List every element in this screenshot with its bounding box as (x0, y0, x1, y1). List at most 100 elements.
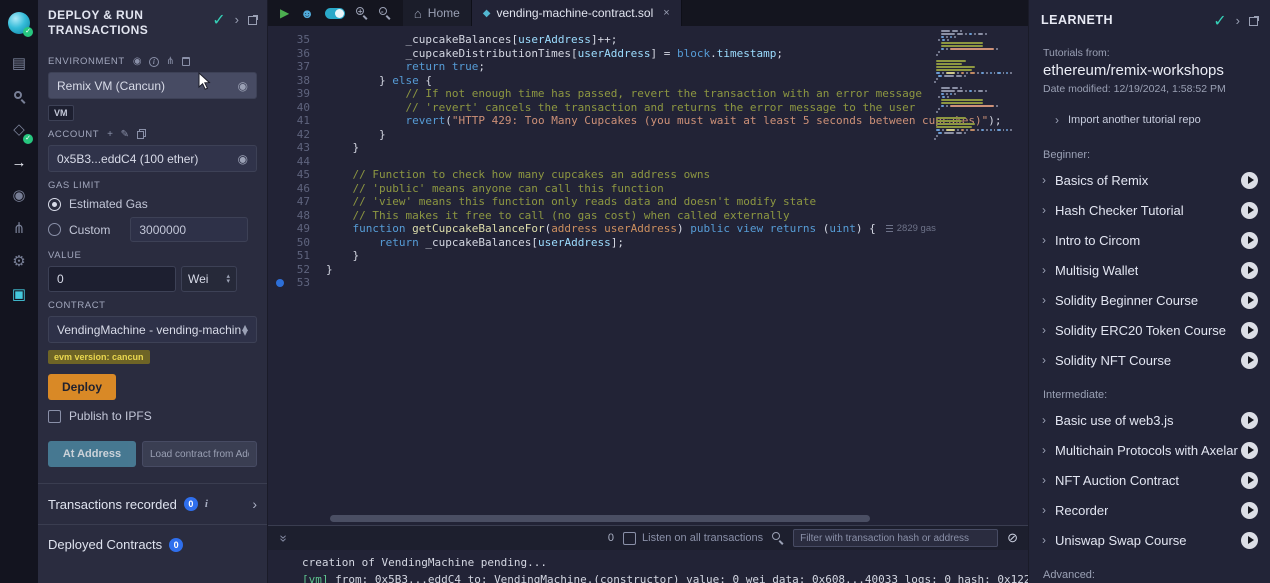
tab-home[interactable]: ⌂ Home (403, 0, 472, 26)
tutorial-item[interactable]: ›Hash Checker Tutorial (1029, 195, 1270, 225)
tutorial-item[interactable]: ›Basics of Remix (1029, 165, 1270, 195)
live-mode-toggle-icon[interactable] (325, 8, 345, 19)
line-number-gutter[interactable]: 48 (268, 209, 326, 223)
tutorial-item[interactable]: ›Solidity Beginner Course (1029, 285, 1270, 315)
add-account-icon[interactable]: + (107, 129, 113, 140)
edit-account-icon[interactable]: ✎ (121, 129, 130, 140)
line-number-gutter[interactable]: 43 (268, 141, 326, 155)
close-tab-icon[interactable]: × (663, 7, 669, 19)
deploy-run-panel: DEPLOY & RUN TRANSACTIONS ✓ › ENVIRONMEN… (38, 0, 268, 583)
tutorial-item[interactable]: ›NFT Auction Contract (1029, 465, 1270, 495)
play-tutorial-button[interactable] (1241, 322, 1258, 339)
line-number-gutter[interactable]: 35 (268, 33, 326, 47)
copy-account-icon[interactable] (137, 131, 144, 139)
environment-select[interactable]: Remix VM (Cancun) ◉ (48, 72, 257, 99)
tutorial-item[interactable]: ›Recorder (1029, 495, 1270, 525)
source-control-icon[interactable]: ⋔ (0, 212, 38, 245)
estimated-gas-radio[interactable] (48, 198, 61, 211)
solidity-compiler-icon[interactable]: ◇✓ (0, 113, 38, 146)
tutorial-item[interactable]: ›Multisig Wallet (1029, 255, 1270, 285)
terminal-search-icon[interactable] (772, 532, 784, 544)
value-unit-select[interactable]: Wei ▴ ▾ (181, 266, 237, 292)
line-number-gutter[interactable]: 36 (268, 47, 326, 61)
line-number-gutter[interactable]: 38 (268, 74, 326, 88)
play-tutorial-button[interactable] (1241, 472, 1258, 489)
line-number-gutter[interactable]: 49 (268, 222, 326, 236)
line-number-gutter[interactable]: 44 (268, 155, 326, 169)
clear-terminal-icon[interactable]: ⊘ (1007, 530, 1018, 546)
line-number-gutter[interactable]: 50 (268, 236, 326, 250)
minimap[interactable] (934, 30, 1012, 144)
line-number-gutter[interactable]: 53 (268, 276, 326, 290)
import-tutorial-repo[interactable]: › Import another tutorial repo (1029, 95, 1270, 129)
play-tutorial-button[interactable] (1241, 532, 1258, 549)
deployed-contracts-row[interactable]: Deployed Contracts 0 (38, 524, 267, 564)
tutorial-item[interactable]: ›Intro to Circom (1029, 225, 1270, 255)
debugger-icon[interactable]: ◉ (0, 179, 38, 212)
search-icon[interactable] (0, 80, 38, 113)
tutorial-item[interactable]: ›Solidity ERC20 Token Course (1029, 315, 1270, 345)
horizontal-scrollbar[interactable] (330, 515, 870, 522)
code-editor[interactable]: 35 _cupcakeBalances[userAddress]++;36 _c… (268, 26, 1028, 525)
line-number-gutter[interactable]: 45 (268, 168, 326, 182)
play-tutorial-button[interactable] (1241, 352, 1258, 369)
deploy-button[interactable]: Deploy (48, 374, 116, 400)
play-tutorial-button[interactable] (1241, 232, 1258, 249)
open-window-icon[interactable] (1249, 17, 1258, 26)
account-detail-icon[interactable]: ◉ (238, 152, 248, 166)
chevron-right-icon[interactable]: › (1236, 16, 1240, 26)
line-number-gutter[interactable]: 37 (268, 60, 326, 74)
line-number-gutter[interactable]: 40 (268, 101, 326, 115)
chevron-right-icon[interactable]: › (252, 496, 257, 512)
pin-icon[interactable]: ◉ (238, 79, 248, 93)
tutorial-item[interactable]: ›Solidity NFT Course (1029, 345, 1270, 375)
line-number-gutter[interactable]: 46 (268, 182, 326, 196)
line-number-gutter[interactable]: 41 (268, 114, 326, 128)
play-tutorial-button[interactable] (1241, 172, 1258, 189)
tutorial-item[interactable]: ›Basic use of web3.js (1029, 405, 1270, 435)
play-tutorial-button[interactable] (1241, 262, 1258, 279)
account-select[interactable]: 0x5B3...eddC4 (100 ether) ◉ (48, 145, 257, 172)
contract-select[interactable]: VendingMachine - vending-machin ▴ ▾ (48, 316, 257, 343)
run-script-icon[interactable]: ▶ (280, 6, 289, 20)
user-verified-icon[interactable]: ☻ (300, 6, 314, 21)
vm-state-icon[interactable]: ◉ (133, 56, 142, 67)
at-address-button[interactable]: At Address (48, 441, 136, 467)
open-window-icon[interactable] (248, 16, 257, 25)
custom-gas-radio[interactable] (48, 223, 61, 236)
publish-ipfs-checkbox[interactable] (48, 410, 61, 423)
line-number-gutter[interactable]: 51 (268, 249, 326, 263)
custom-gas-input[interactable] (130, 217, 248, 242)
breakpoint-dot[interactable] (276, 279, 284, 287)
at-address-input[interactable] (142, 441, 257, 467)
tutorial-item[interactable]: ›Multichain Protocols with Axelar (1029, 435, 1270, 465)
plugin-manager-icon[interactable]: ⚙ (0, 245, 38, 278)
zoom-out-icon[interactable]: - (379, 7, 391, 19)
collapse-terminal-icon[interactable]: » (277, 532, 292, 544)
line-number-gutter[interactable]: 52 (268, 263, 326, 277)
play-tutorial-button[interactable] (1241, 202, 1258, 219)
transactions-recorded-row[interactable]: Transactions recorded 0 i › (38, 483, 267, 524)
info-icon[interactable]: i (149, 57, 159, 67)
deploy-run-icon[interactable]: → (0, 146, 38, 179)
info-icon[interactable]: i (205, 498, 208, 510)
play-tutorial-button[interactable] (1241, 502, 1258, 519)
learneth-plugin-icon[interactable]: ▣ (0, 278, 38, 311)
remix-logo[interactable]: ✓ (0, 6, 38, 39)
value-input[interactable] (48, 266, 176, 292)
tutorial-item[interactable]: ›Uniswap Swap Course (1029, 525, 1270, 555)
chevron-right-icon[interactable]: › (235, 15, 239, 25)
terminal-filter-input[interactable] (793, 529, 998, 547)
file-explorer-icon[interactable]: ▤ (0, 47, 38, 80)
play-tutorial-button[interactable] (1241, 292, 1258, 309)
delete-state-icon[interactable] (182, 57, 190, 66)
line-number-gutter[interactable]: 39 (268, 87, 326, 101)
line-number-gutter[interactable]: 47 (268, 195, 326, 209)
tab-vending-machine-contract[interactable]: ◆ vending-machine-contract.sol × (472, 0, 682, 26)
listen-all-checkbox[interactable] (623, 532, 636, 545)
play-tutorial-button[interactable] (1241, 442, 1258, 459)
line-number-gutter[interactable]: 42 (268, 128, 326, 142)
fork-state-icon[interactable]: ⋔ (166, 56, 175, 67)
play-tutorial-button[interactable] (1241, 412, 1258, 429)
zoom-in-icon[interactable]: + (356, 7, 368, 19)
